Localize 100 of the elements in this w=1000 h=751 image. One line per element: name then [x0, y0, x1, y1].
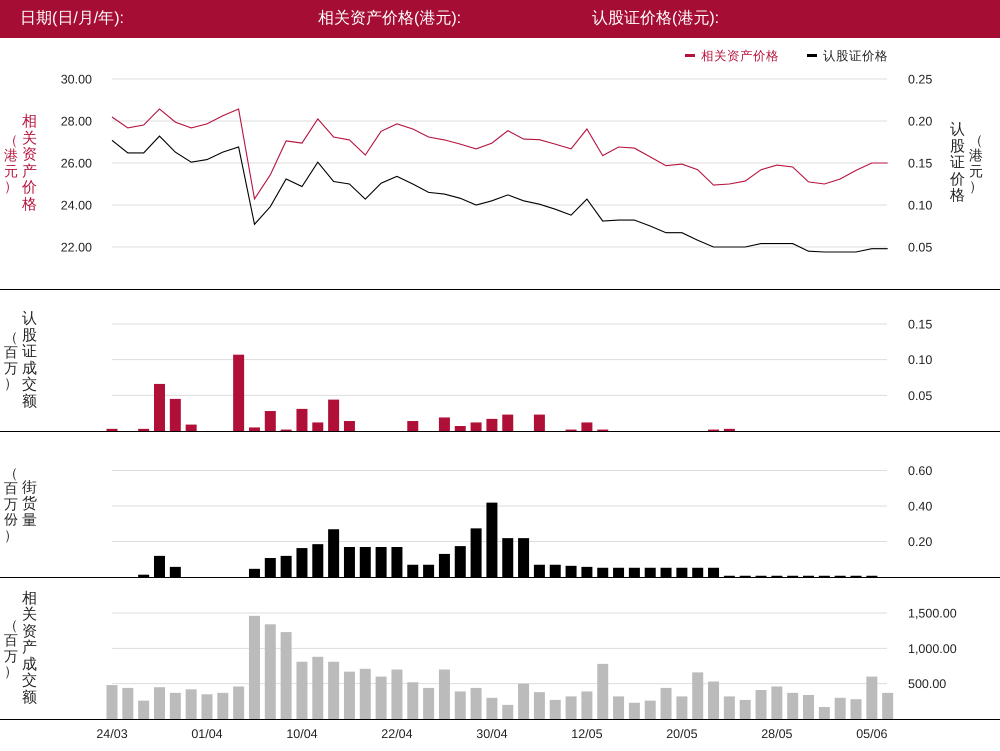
bar — [628, 702, 640, 719]
legend-label: 认股证价格 — [823, 49, 888, 63]
axis-unit: （百万） — [4, 618, 18, 680]
axis-title: 相关资产成交额 — [22, 590, 37, 706]
bar — [296, 662, 308, 719]
bar — [470, 422, 482, 431]
tick-label: 0.25 — [908, 72, 932, 86]
header-label: 日期(日/月/年): — [20, 9, 125, 29]
bar — [454, 426, 466, 431]
bar — [676, 696, 688, 719]
tick-label: 500.00 — [908, 677, 946, 692]
bar — [138, 700, 150, 719]
tick-label: 22/04 — [381, 727, 413, 741]
tick-label: 30.00 — [60, 72, 92, 86]
bar — [708, 682, 720, 719]
tick-label: 01/04 — [191, 727, 223, 741]
bar — [328, 662, 340, 719]
bar — [866, 676, 878, 719]
bar — [581, 422, 592, 431]
bar — [360, 668, 371, 719]
axis-unit: （百万） — [4, 330, 18, 392]
bar — [328, 400, 340, 431]
bar — [534, 414, 545, 431]
bar — [454, 691, 466, 719]
axis-title: 相关资产价格 — [22, 114, 37, 213]
bar — [534, 692, 545, 719]
bar — [186, 424, 197, 431]
bar — [154, 384, 165, 431]
tick-label: 22.00 — [60, 240, 92, 254]
axis-title: 认股证价格 — [950, 122, 965, 205]
tick-label: 05/06 — [856, 727, 888, 741]
bar — [724, 428, 735, 431]
bar — [470, 688, 482, 719]
tick-label: 28.00 — [60, 114, 92, 128]
bar — [550, 700, 561, 719]
tick-label: 12/05 — [571, 727, 603, 741]
axis-title: 街货量 — [22, 480, 37, 530]
header-label: 认股证价格(港元): — [592, 8, 720, 29]
tick-label: 20/05 — [666, 727, 698, 741]
tick-label: 0.60 — [908, 464, 932, 478]
bar — [344, 672, 355, 719]
bar — [740, 700, 751, 719]
bar — [296, 408, 308, 431]
tick-label: 10/04 — [286, 727, 318, 741]
bar — [154, 687, 165, 719]
tick-label: 26.00 — [60, 156, 92, 170]
tick-label: 0.15 — [908, 318, 932, 332]
bar — [138, 428, 150, 431]
tick-label: 0.15 — [908, 156, 932, 170]
tick-label: 0.05 — [908, 240, 932, 254]
tick-label: 1,500.00 — [908, 606, 957, 620]
bar — [344, 421, 355, 431]
bar — [502, 704, 514, 719]
bar — [376, 676, 387, 719]
bar — [518, 684, 530, 719]
bar — [438, 417, 450, 431]
bar — [170, 692, 181, 719]
axis-unit: （百万份） — [4, 466, 18, 543]
tick-label: 0.20 — [908, 114, 932, 128]
legend-item: 相关资产价格 — [685, 49, 779, 63]
axis-unit: （港元） — [4, 132, 18, 194]
axis-unit: （港元） — [969, 132, 983, 194]
bar — [106, 428, 118, 431]
bar — [581, 691, 592, 719]
tick-label: 24/03 — [96, 727, 128, 741]
legend-item: 认股证价格 — [807, 49, 888, 63]
bar — [486, 418, 498, 431]
bar — [803, 694, 814, 719]
bar — [312, 656, 324, 719]
bar — [756, 690, 767, 719]
tick-label: 0.40 — [908, 500, 932, 514]
bar — [724, 696, 735, 719]
bar — [170, 398, 181, 431]
bar — [312, 422, 324, 431]
tick-label: 28/05 — [761, 727, 792, 741]
bar — [391, 670, 402, 719]
bar — [201, 694, 212, 719]
bar — [613, 696, 624, 719]
bar — [566, 696, 577, 719]
bar — [834, 698, 846, 719]
bar — [248, 427, 260, 431]
tick-label: 24.00 — [60, 198, 92, 212]
bar — [106, 685, 118, 719]
bar — [502, 414, 514, 431]
tick-label: 1,000.00 — [908, 642, 957, 656]
tick-label: 0.05 — [908, 388, 932, 403]
bar — [660, 688, 672, 719]
bar — [264, 411, 276, 431]
legend-label: 相关资产价格 — [701, 49, 779, 63]
bar — [186, 689, 197, 719]
bar — [692, 672, 704, 719]
tick-label: 0.10 — [908, 353, 932, 368]
tick-label: 30/04 — [476, 727, 508, 741]
bar — [407, 682, 418, 719]
bar — [818, 706, 830, 719]
bar — [423, 688, 434, 719]
axis-title: 认股证成交额 — [22, 311, 37, 410]
bar — [787, 692, 798, 719]
bar — [233, 686, 244, 719]
tick-label: 0.20 — [908, 535, 932, 549]
